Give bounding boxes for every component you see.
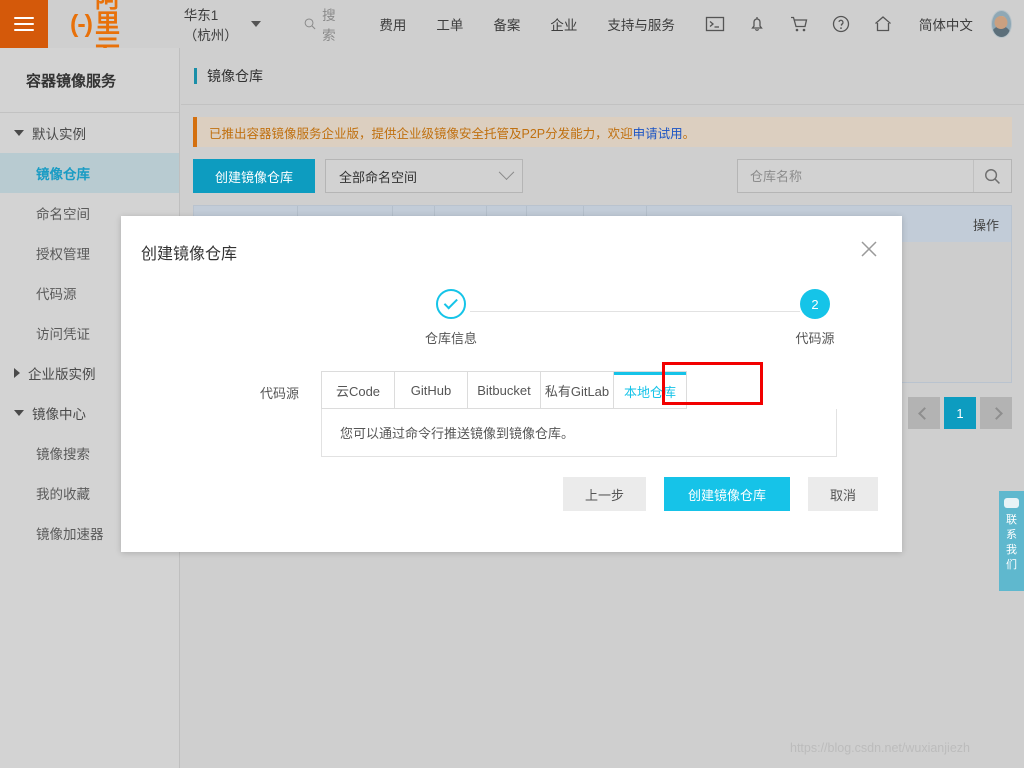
tab-private-gitlab[interactable]: 私有GitLab <box>541 372 614 408</box>
nav-item-enterprise[interactable]: 企业 <box>550 14 577 34</box>
step-indicator: 仓库信息 2 代码源 <box>121 289 902 351</box>
bell-icon[interactable] <box>747 14 767 34</box>
cart-icon[interactable] <box>789 14 809 34</box>
sidebar-item-label: 授权管理 <box>36 247 90 262</box>
help-icon[interactable] <box>831 14 851 34</box>
chevron-down-icon <box>250 21 261 27</box>
dialog-title: 创建镜像仓库 <box>141 246 238 263</box>
repository-search <box>737 159 1012 193</box>
search-icon <box>304 18 316 30</box>
application-window: (-) 阿里云 华东1（杭州） 搜索 费用 工单 备案 企业 支持与服务 <box>0 0 1024 768</box>
nav-item-beian[interactable]: 备案 <box>493 14 520 34</box>
namespace-select[interactable]: 全部命名空间 <box>325 159 524 193</box>
promo-banner: 已推出容器镜像服务企业版，提供企业级镜像安全托管及P2P分发能力，欢迎 申请试用。 <box>193 117 1012 147</box>
tab-github[interactable]: GitHub <box>395 372 468 408</box>
sidebar-item-label: 镜像仓库 <box>36 167 90 182</box>
step-1-repository-info: 仓库信息 <box>396 289 506 347</box>
code-source-form-row: 代码源 云Code GitHub Bitbucket 私有GitLab 本地仓库… <box>121 371 902 457</box>
step-2-circle: 2 <box>800 289 830 319</box>
sidebar-group-label: 镜像中心 <box>32 407 86 422</box>
search-input[interactable] <box>738 160 973 192</box>
language-selector[interactable]: 简体中文 <box>919 14 973 34</box>
toolbar: 创建镜像仓库 全部命名空间 <box>193 159 1012 193</box>
sidebar-group-label: 默认实例 <box>32 127 86 142</box>
sidebar-group-default-instance[interactable]: 默认实例 <box>0 113 179 153</box>
sidebar-item-label: 命名空间 <box>36 207 90 222</box>
step-connector-line <box>470 311 800 312</box>
contact-us-char: 系 <box>1006 529 1017 541</box>
sidebar-item-label: 镜像加速器 <box>36 527 104 542</box>
sidebar-item-label: 访问凭证 <box>36 327 90 342</box>
chevron-right-icon <box>989 406 1003 420</box>
region-selector[interactable]: 华东1（杭州） <box>184 4 261 44</box>
code-source-tabs: 云Code GitHub Bitbucket 私有GitLab 本地仓库 <box>321 371 687 409</box>
sidebar-item-image-repository[interactable]: 镜像仓库 <box>0 153 179 193</box>
create-repository-button[interactable]: 创建镜像仓库 <box>193 159 316 193</box>
namespace-select-value: 全部命名空间 <box>339 169 418 185</box>
avatar[interactable] <box>990 10 1012 38</box>
step-2-label: 代码源 <box>795 331 835 346</box>
pagination-page-1[interactable]: 1 <box>944 397 976 429</box>
sidebar-item-label: 镜像搜索 <box>36 447 90 462</box>
watermark: https://blog.csdn.net/wuxianjiezh <box>790 741 970 755</box>
chevron-down-icon <box>498 163 515 180</box>
global-search-label: 搜索 <box>322 8 336 43</box>
previous-step-button[interactable]: 上一步 <box>562 477 646 511</box>
contact-us-char: 们 <box>1006 559 1017 571</box>
region-label: 华东1（杭州） <box>183 8 238 43</box>
dialog-actions: 上一步 创建镜像仓库 取消 <box>562 477 878 511</box>
logo-mark-icon: (-) <box>70 9 93 38</box>
nav-item-support[interactable]: 支持与服务 <box>607 14 675 34</box>
nav-item-fee[interactable]: 费用 <box>379 14 406 34</box>
sidebar-item-label: 代码源 <box>36 287 77 302</box>
page-title: 镜像仓库 <box>207 68 263 84</box>
home-icon[interactable] <box>873 14 893 34</box>
global-search[interactable]: 搜索 <box>303 4 342 44</box>
contact-us-char: 我 <box>1006 544 1017 556</box>
header-icon-group <box>705 14 893 34</box>
hamburger-icon <box>14 13 34 35</box>
chevron-down-icon <box>14 410 24 416</box>
pagination-prev-button[interactable] <box>908 397 940 429</box>
create-repository-submit-button[interactable]: 创建镜像仓库 <box>663 477 790 511</box>
promo-banner-link[interactable]: 申请试用 <box>633 123 683 142</box>
step-1-circle <box>436 289 466 319</box>
promo-banner-suffix: 。 <box>682 126 696 141</box>
tab-yuncode[interactable]: 云Code <box>322 372 395 408</box>
hamburger-menu-button[interactable] <box>0 0 48 48</box>
promo-banner-text: 已推出容器镜像服务企业版，提供企业级镜像安全托管及P2P分发能力，欢迎 <box>209 126 633 141</box>
tab-local-repository[interactable]: 本地仓库 <box>614 372 686 408</box>
top-header: (-) 阿里云 华东1（杭州） 搜索 费用 工单 备案 企业 支持与服务 <box>0 0 1024 61</box>
sidebar-item-label: 我的收藏 <box>36 487 90 502</box>
contact-us-char: 联 <box>1006 514 1017 526</box>
step-1-label: 仓库信息 <box>424 331 477 346</box>
chevron-right-icon <box>14 368 20 378</box>
cancel-button[interactable]: 取消 <box>807 477 878 511</box>
contact-us-tab[interactable]: 联 系 我 们 <box>999 491 1024 591</box>
sidebar-group-label: 企业版实例 <box>28 367 96 382</box>
chat-bubble-icon <box>1004 498 1019 508</box>
page-header: 镜像仓库 <box>181 48 1024 105</box>
sidebar-title: 容器镜像服务 <box>0 48 179 113</box>
page-title-accent-bar <box>194 68 197 84</box>
code-source-info: 您可以通过命令行推送镜像到镜像仓库。 <box>321 409 837 457</box>
code-source-label: 代码源 <box>259 386 299 401</box>
header-nav: 费用 工单 备案 企业 支持与服务 <box>379 14 675 34</box>
step-2-code-source: 2 代码源 <box>760 289 870 347</box>
nav-item-ticket[interactable]: 工单 <box>436 14 463 34</box>
chevron-left-icon <box>917 406 931 420</box>
terminal-icon[interactable] <box>705 14 725 34</box>
tab-bitbucket[interactable]: Bitbucket <box>468 372 541 408</box>
chevron-down-icon <box>14 130 24 136</box>
code-source-field: 云Code GitHub Bitbucket 私有GitLab 本地仓库 您可以… <box>321 371 837 457</box>
close-icon <box>861 241 877 257</box>
search-icon <box>985 168 1000 184</box>
close-button[interactable] <box>858 238 880 260</box>
check-icon <box>443 294 458 309</box>
search-button[interactable] <box>973 160 1011 192</box>
pagination-next-button[interactable] <box>980 397 1012 429</box>
create-repository-dialog: 创建镜像仓库 仓库信息 2 代码源 代码源 云Code GitHub Bitbu… <box>121 216 902 552</box>
